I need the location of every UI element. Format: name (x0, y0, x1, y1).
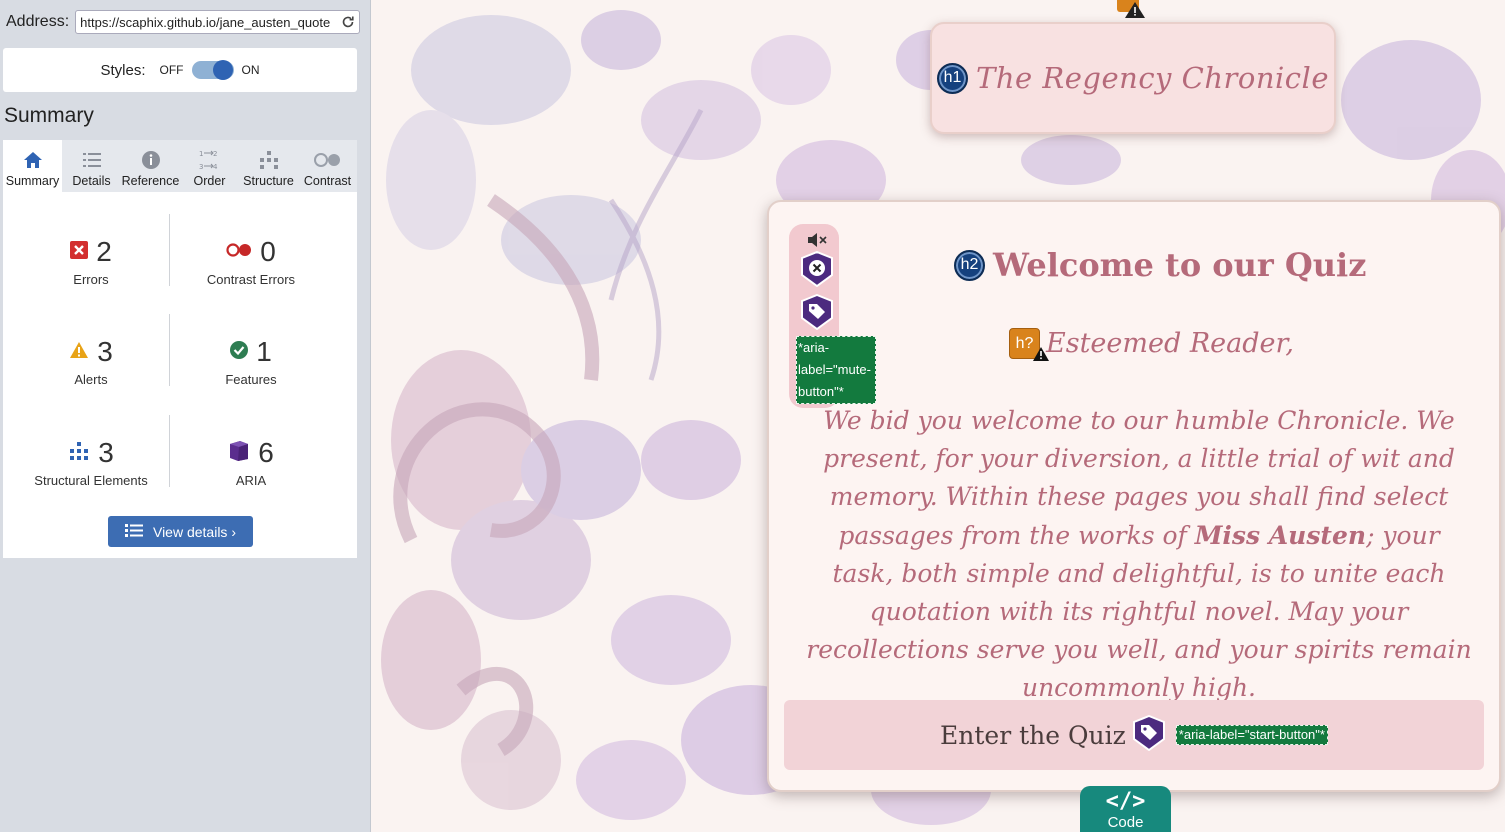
toggle-knob (212, 60, 233, 80)
errors-label: Errors (73, 272, 109, 287)
tab-details[interactable]: Details (62, 140, 121, 192)
stat-errors[interactable]: 2 Errors (11, 236, 171, 287)
alert-icon (69, 341, 89, 364)
site-title: The Regency Chronicle (976, 61, 1329, 95)
summary-heading: Summary (4, 104, 94, 127)
tab-label: Structure (243, 174, 294, 188)
home-icon (23, 148, 43, 172)
wave-sidebar: Address: https://scaphix.github.io/jane_… (0, 0, 371, 832)
order-icon: 1 2 3 4 (199, 148, 221, 172)
aria-tag-badge-icon (800, 293, 834, 331)
welcome-heading: h2 Welcome to our Quiz (954, 246, 1366, 284)
stat-alerts[interactable]: 3 Alerts (11, 336, 171, 387)
stat-structural[interactable]: 3 Structural Elements (11, 437, 171, 488)
error-icon (70, 240, 89, 264)
alerts-label: Alerts (74, 372, 108, 387)
greeting-text: Esteemed Reader, (1046, 328, 1295, 359)
stat-contrast-errors[interactable]: 0 Contrast Errors (171, 236, 331, 287)
structural-count: 3 (98, 437, 114, 468)
page-preview: h1 The Regency Chronicle *aria-label="mu… (371, 0, 1505, 832)
stat-divider (169, 214, 170, 286)
tab-label: Contrast (303, 174, 352, 188)
styles-on-label: ON (241, 63, 260, 77)
summary-stats-card: 2 Errors 0 Contrast Errors 3 Alerts 1 Fe… (3, 192, 357, 558)
address-input[interactable]: https://scaphix.github.io/jane_austen_qu… (75, 10, 361, 34)
start-aria-label-tag: *aria-label="start-button"* (1175, 725, 1328, 745)
aria-count: 6 (258, 437, 274, 468)
possible-heading-badge: h? (1009, 328, 1049, 361)
possible-heading-label: h? (1015, 334, 1034, 352)
mute-icon[interactable] (807, 232, 829, 253)
structure-icon (68, 441, 90, 466)
reload-icon[interactable] (341, 15, 355, 29)
address-url[interactable]: https://scaphix.github.io/jane_austen_qu… (80, 15, 335, 30)
tab-order[interactable]: 1 2 3 4 Order (180, 140, 239, 192)
svg-text:4: 4 (213, 163, 218, 171)
stat-aria[interactable]: 6 ARIA (171, 437, 331, 488)
stat-features[interactable]: 1 Features (171, 336, 331, 387)
intro-paragraph: We bid you welcome to our humble Chronic… (805, 402, 1473, 708)
address-label: Address: (6, 13, 70, 30)
styles-toggle[interactable] (191, 60, 234, 80)
aria-label: ARIA (235, 473, 267, 488)
tab-summary[interactable]: Summary (3, 140, 62, 192)
list-icon (82, 148, 102, 172)
top-structure-badge (1115, 0, 1149, 23)
aria-tag-badge-icon (1132, 714, 1166, 756)
svg-text:2: 2 (213, 150, 217, 158)
contrast-errors-count: 0 (260, 236, 276, 267)
styles-label: Styles: (100, 61, 146, 79)
author-name: Miss Austen (1194, 520, 1367, 550)
tab-label: Order (193, 174, 226, 188)
view-details-label: View details › (152, 523, 236, 540)
svg-text:1: 1 (199, 150, 203, 158)
code-toggle-button[interactable]: </> Code (1080, 786, 1171, 832)
errors-count: 2 (96, 236, 112, 267)
code-label: Code (1107, 814, 1144, 831)
alerts-count: 3 (97, 336, 113, 367)
mute-aria-label-tag: *aria-label="mute-button"* (796, 336, 876, 404)
features-count: 1 (256, 336, 272, 367)
list-icon (124, 523, 143, 541)
tab-label: Details (72, 174, 111, 188)
tab-structure[interactable]: Structure (239, 140, 298, 192)
contrast-errors-label: Contrast Errors (206, 272, 296, 287)
tab-contrast[interactable]: Contrast (298, 140, 357, 192)
start-quiz-label: Enter the Quiz (940, 720, 1126, 750)
tab-label: Summary (5, 174, 60, 188)
structural-label: Structural Elements (34, 473, 148, 488)
aria-cube-icon (228, 440, 250, 467)
address-bar: Address: https://scaphix.github.io/jane_… (6, 10, 361, 34)
styles-toggle-card: Styles: OFF ON (3, 48, 357, 92)
features-label: Features (225, 372, 277, 387)
h1-badge: h1 (937, 62, 969, 94)
h2-badge: h2 (954, 249, 985, 281)
site-header: h1 The Regency Chronicle (930, 22, 1336, 134)
styles-off-label: OFF (159, 63, 184, 77)
welcome-title: Welcome to our Quiz (993, 246, 1367, 284)
start-quiz-button[interactable]: Enter the Quiz *aria-label="start-button… (784, 700, 1484, 770)
greeting-heading: h? Esteemed Reader, (1009, 328, 1295, 361)
info-icon (141, 148, 161, 172)
contrast-error-icon (226, 242, 252, 262)
stat-divider (169, 314, 170, 386)
structure-icon (258, 148, 280, 172)
tab-label: Reference (121, 174, 180, 188)
feature-check-icon (230, 340, 249, 364)
tab-reference[interactable]: Reference (121, 140, 180, 192)
stat-divider (169, 415, 170, 487)
svg-text:3: 3 (199, 163, 203, 171)
contrast-icon (313, 148, 342, 172)
alert-triangle-icon (1033, 347, 1049, 366)
aria-close-badge-icon (800, 250, 834, 288)
code-icon: </> (1105, 789, 1146, 814)
view-details-button[interactable]: View details › (108, 516, 253, 547)
summary-tabs: Summary Details Reference 1 2 3 4 Order Str… (3, 140, 357, 192)
quiz-intro-card: *aria-label="mute-button"* h2 Welcome to… (767, 200, 1501, 792)
